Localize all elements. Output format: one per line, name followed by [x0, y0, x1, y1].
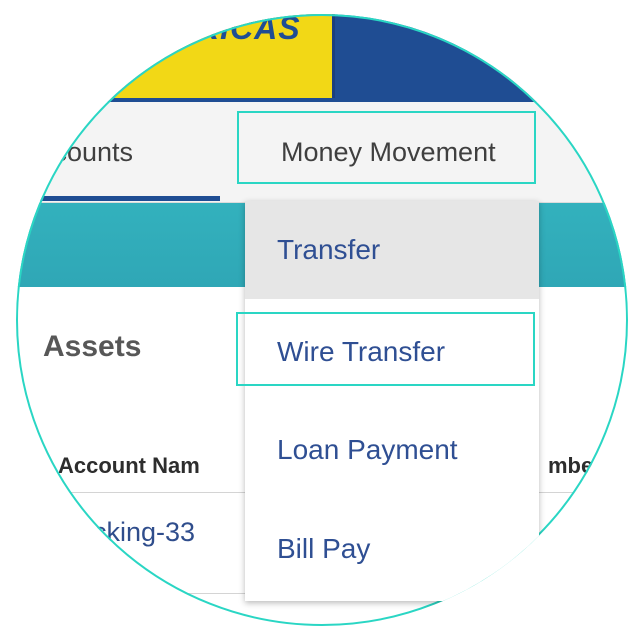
- column-header-account-number[interactable]: mbe: [548, 453, 593, 479]
- assets-heading: Assets: [43, 330, 142, 363]
- tab-accounts-label: ccounts: [40, 136, 134, 167]
- active-tab-indicator: [30, 196, 220, 201]
- menu-item-loan-payment[interactable]: Loan Payment: [245, 401, 539, 499]
- zoomed-screenshot: RICAS ccounts Money Movement Assets Acco…: [0, 0, 628, 630]
- money-movement-highlight: [237, 111, 536, 184]
- account-number-cell: 2: [560, 517, 576, 547]
- column-header-account-name[interactable]: Account Nam: [58, 453, 200, 479]
- logo-text: RICAS: [196, 14, 301, 46]
- account-name-link[interactable]: ecking-33: [78, 517, 195, 548]
- menu-item-transfer[interactable]: Transfer: [245, 201, 539, 299]
- menu-item-label: Bill Pay: [277, 533, 371, 564]
- menu-item-label: Transfer: [277, 234, 381, 265]
- wire-transfer-highlight: [236, 312, 535, 386]
- menu-item-bill-pay[interactable]: Bill Pay: [245, 500, 539, 598]
- money-movement-dropdown: Transfer Wire Transfer Loan Payment Bill…: [245, 201, 539, 601]
- menu-item-label: Loan Payment: [277, 434, 458, 465]
- tab-accounts[interactable]: ccounts: [40, 102, 220, 202]
- magnifier-circle: RICAS ccounts Money Movement Assets Acco…: [16, 14, 628, 626]
- top-header: RICAS: [16, 14, 628, 102]
- bank-logo[interactable]: RICAS: [16, 14, 335, 98]
